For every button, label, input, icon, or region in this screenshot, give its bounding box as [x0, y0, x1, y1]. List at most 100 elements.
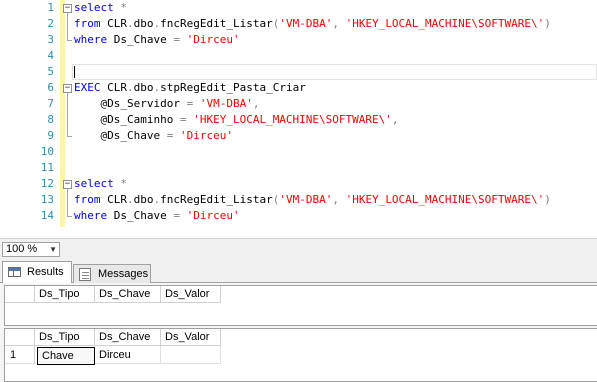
- sql-string: 'HKEY_LOCAL_MACHINE\SOFTWARE\': [345, 17, 545, 30]
- sql-token: @Ds_Chave: [74, 129, 167, 142]
- sql-operator: =: [173, 33, 180, 46]
- query-editor[interactable]: 1 2 3 4 5 6 7 8 9 10 11 12 13 14 − − − select * from C…: [0, 0, 597, 238]
- sql-keyword: select: [74, 177, 114, 190]
- sql-token: CLR: [100, 193, 127, 206]
- column-header[interactable]: Ds_Valor: [161, 329, 221, 346]
- column-header[interactable]: Ds_Valor: [161, 286, 221, 303]
- code-line[interactable]: where Ds_Chave = 'Dirceu': [74, 32, 240, 48]
- sql-token: @Ds_Caminho: [74, 113, 180, 126]
- sql-token: fncRegEdit_Listar: [160, 193, 273, 206]
- current-line-highlight: [72, 64, 597, 80]
- line-number: 10: [40, 145, 54, 158]
- results-grid[interactable]: Ds_Tipo Ds_Chave Ds_Valor: [4, 285, 597, 326]
- sql-operator: ): [544, 17, 551, 30]
- horizontal-scrollbar[interactable]: [62, 242, 597, 257]
- code-line[interactable]: EXEC CLR.dbo.stpRegEdit_Pasta_Criar: [74, 80, 306, 96]
- chevron-down-icon[interactable]: ▼: [49, 244, 57, 255]
- collapse-icon[interactable]: −: [63, 84, 72, 93]
- code-line[interactable]: from CLR.dbo.fncRegEdit_Listar('VM-DBA',…: [74, 192, 551, 208]
- code-line[interactable]: @Ds_Servidor = 'VM-DBA',: [74, 96, 259, 112]
- grid-corner[interactable]: [5, 329, 35, 346]
- sql-token: CLR: [100, 81, 127, 94]
- line-number: 1: [47, 1, 54, 14]
- line-number: 2: [47, 17, 54, 30]
- outline-line: [67, 189, 68, 216]
- change-tracking-bar: [60, 0, 65, 227]
- sql-keyword: select: [74, 1, 114, 14]
- sql-keyword: from: [74, 17, 101, 30]
- line-number: 3: [47, 33, 54, 46]
- outline-end: [67, 216, 72, 217]
- outline-end: [67, 136, 72, 137]
- sql-token: stpRegEdit_Pasta_Criar: [160, 81, 306, 94]
- outline-line: [67, 93, 68, 136]
- line-number: 4: [47, 49, 54, 62]
- sql-operator: ,: [332, 193, 339, 206]
- zoom-value: 100 %: [6, 243, 38, 255]
- table-cell[interactable]: Dirceu: [95, 346, 161, 364]
- sql-operator: ,: [252, 97, 260, 110]
- sql-keyword: from: [74, 193, 101, 206]
- sql-token: dbo: [133, 193, 154, 206]
- results-grid[interactable]: Ds_Tipo Ds_Chave Ds_Valor 1 Chave Dirceu: [4, 328, 597, 382]
- line-number: 8: [47, 113, 54, 126]
- line-number: 6: [47, 81, 54, 94]
- outline-line: [67, 13, 68, 40]
- text-caret: [74, 66, 75, 78]
- results-tab-strip: Results Messages: [0, 258, 597, 284]
- sql-string: 'Dirceu': [186, 33, 240, 46]
- sql-token: dbo: [133, 81, 154, 94]
- collapse-icon[interactable]: −: [63, 180, 72, 189]
- messages-icon: [79, 268, 91, 281]
- zoom-dropdown[interactable]: 100 % ▼: [2, 242, 60, 257]
- sql-operator: ): [544, 193, 551, 206]
- sql-operator: ,: [391, 113, 399, 126]
- sql-string: 'VM-DBA': [279, 193, 333, 206]
- sql-operator: .: [127, 81, 134, 94]
- sql-operator: *: [120, 1, 127, 14]
- column-header[interactable]: Ds_Chave: [95, 329, 161, 346]
- tab-label: Results: [27, 266, 64, 278]
- tab-label: Messages: [98, 268, 149, 280]
- collapse-icon[interactable]: −: [63, 4, 72, 13]
- tab-results[interactable]: Results: [2, 261, 72, 284]
- line-number: 12: [40, 177, 54, 190]
- code-line[interactable]: from CLR.dbo.fncRegEdit_Listar('VM-DBA',…: [74, 16, 551, 32]
- line-number: 14: [40, 209, 54, 222]
- code-line[interactable]: select *: [74, 0, 127, 16]
- sql-token: fncRegEdit_Listar: [160, 17, 273, 30]
- line-number: 13: [40, 193, 54, 206]
- sql-string: 'VM-DBA': [199, 97, 253, 110]
- table-cell[interactable]: Chave: [37, 347, 95, 365]
- code-line[interactable]: select *: [74, 176, 127, 192]
- sql-keyword: where: [74, 209, 108, 222]
- column-header[interactable]: Ds_Tipo: [35, 286, 95, 303]
- sql-string: 'Dirceu': [186, 209, 240, 222]
- editor-status-bar: 100 % ▼: [0, 238, 597, 258]
- sql-operator: =: [173, 209, 180, 222]
- sql-token: Ds_Chave: [107, 33, 174, 46]
- sql-token: CLR: [100, 17, 127, 30]
- sql-token: @Ds_Servidor: [74, 97, 187, 110]
- sql-operator: .: [127, 17, 134, 30]
- sql-token: Ds_Chave: [107, 209, 174, 222]
- column-header[interactable]: Ds_Chave: [95, 286, 161, 303]
- line-number: 9: [47, 129, 54, 142]
- table-cell[interactable]: [161, 346, 221, 364]
- sql-operator: .: [127, 193, 134, 206]
- column-header[interactable]: Ds_Tipo: [35, 329, 95, 346]
- code-line[interactable]: @Ds_Caminho = 'HKEY_LOCAL_MACHINE\SOFTWA…: [74, 112, 399, 128]
- code-line[interactable]: where Ds_Chave = 'Dirceu': [74, 208, 240, 224]
- sql-string: 'Dirceu': [179, 129, 233, 142]
- grid-corner[interactable]: [5, 286, 35, 303]
- line-number: 7: [47, 97, 54, 110]
- row-number[interactable]: 1: [5, 346, 35, 364]
- sql-operator: ,: [332, 17, 339, 30]
- tab-messages[interactable]: Messages: [73, 264, 151, 284]
- code-line[interactable]: @Ds_Chave = 'Dirceu': [74, 128, 233, 144]
